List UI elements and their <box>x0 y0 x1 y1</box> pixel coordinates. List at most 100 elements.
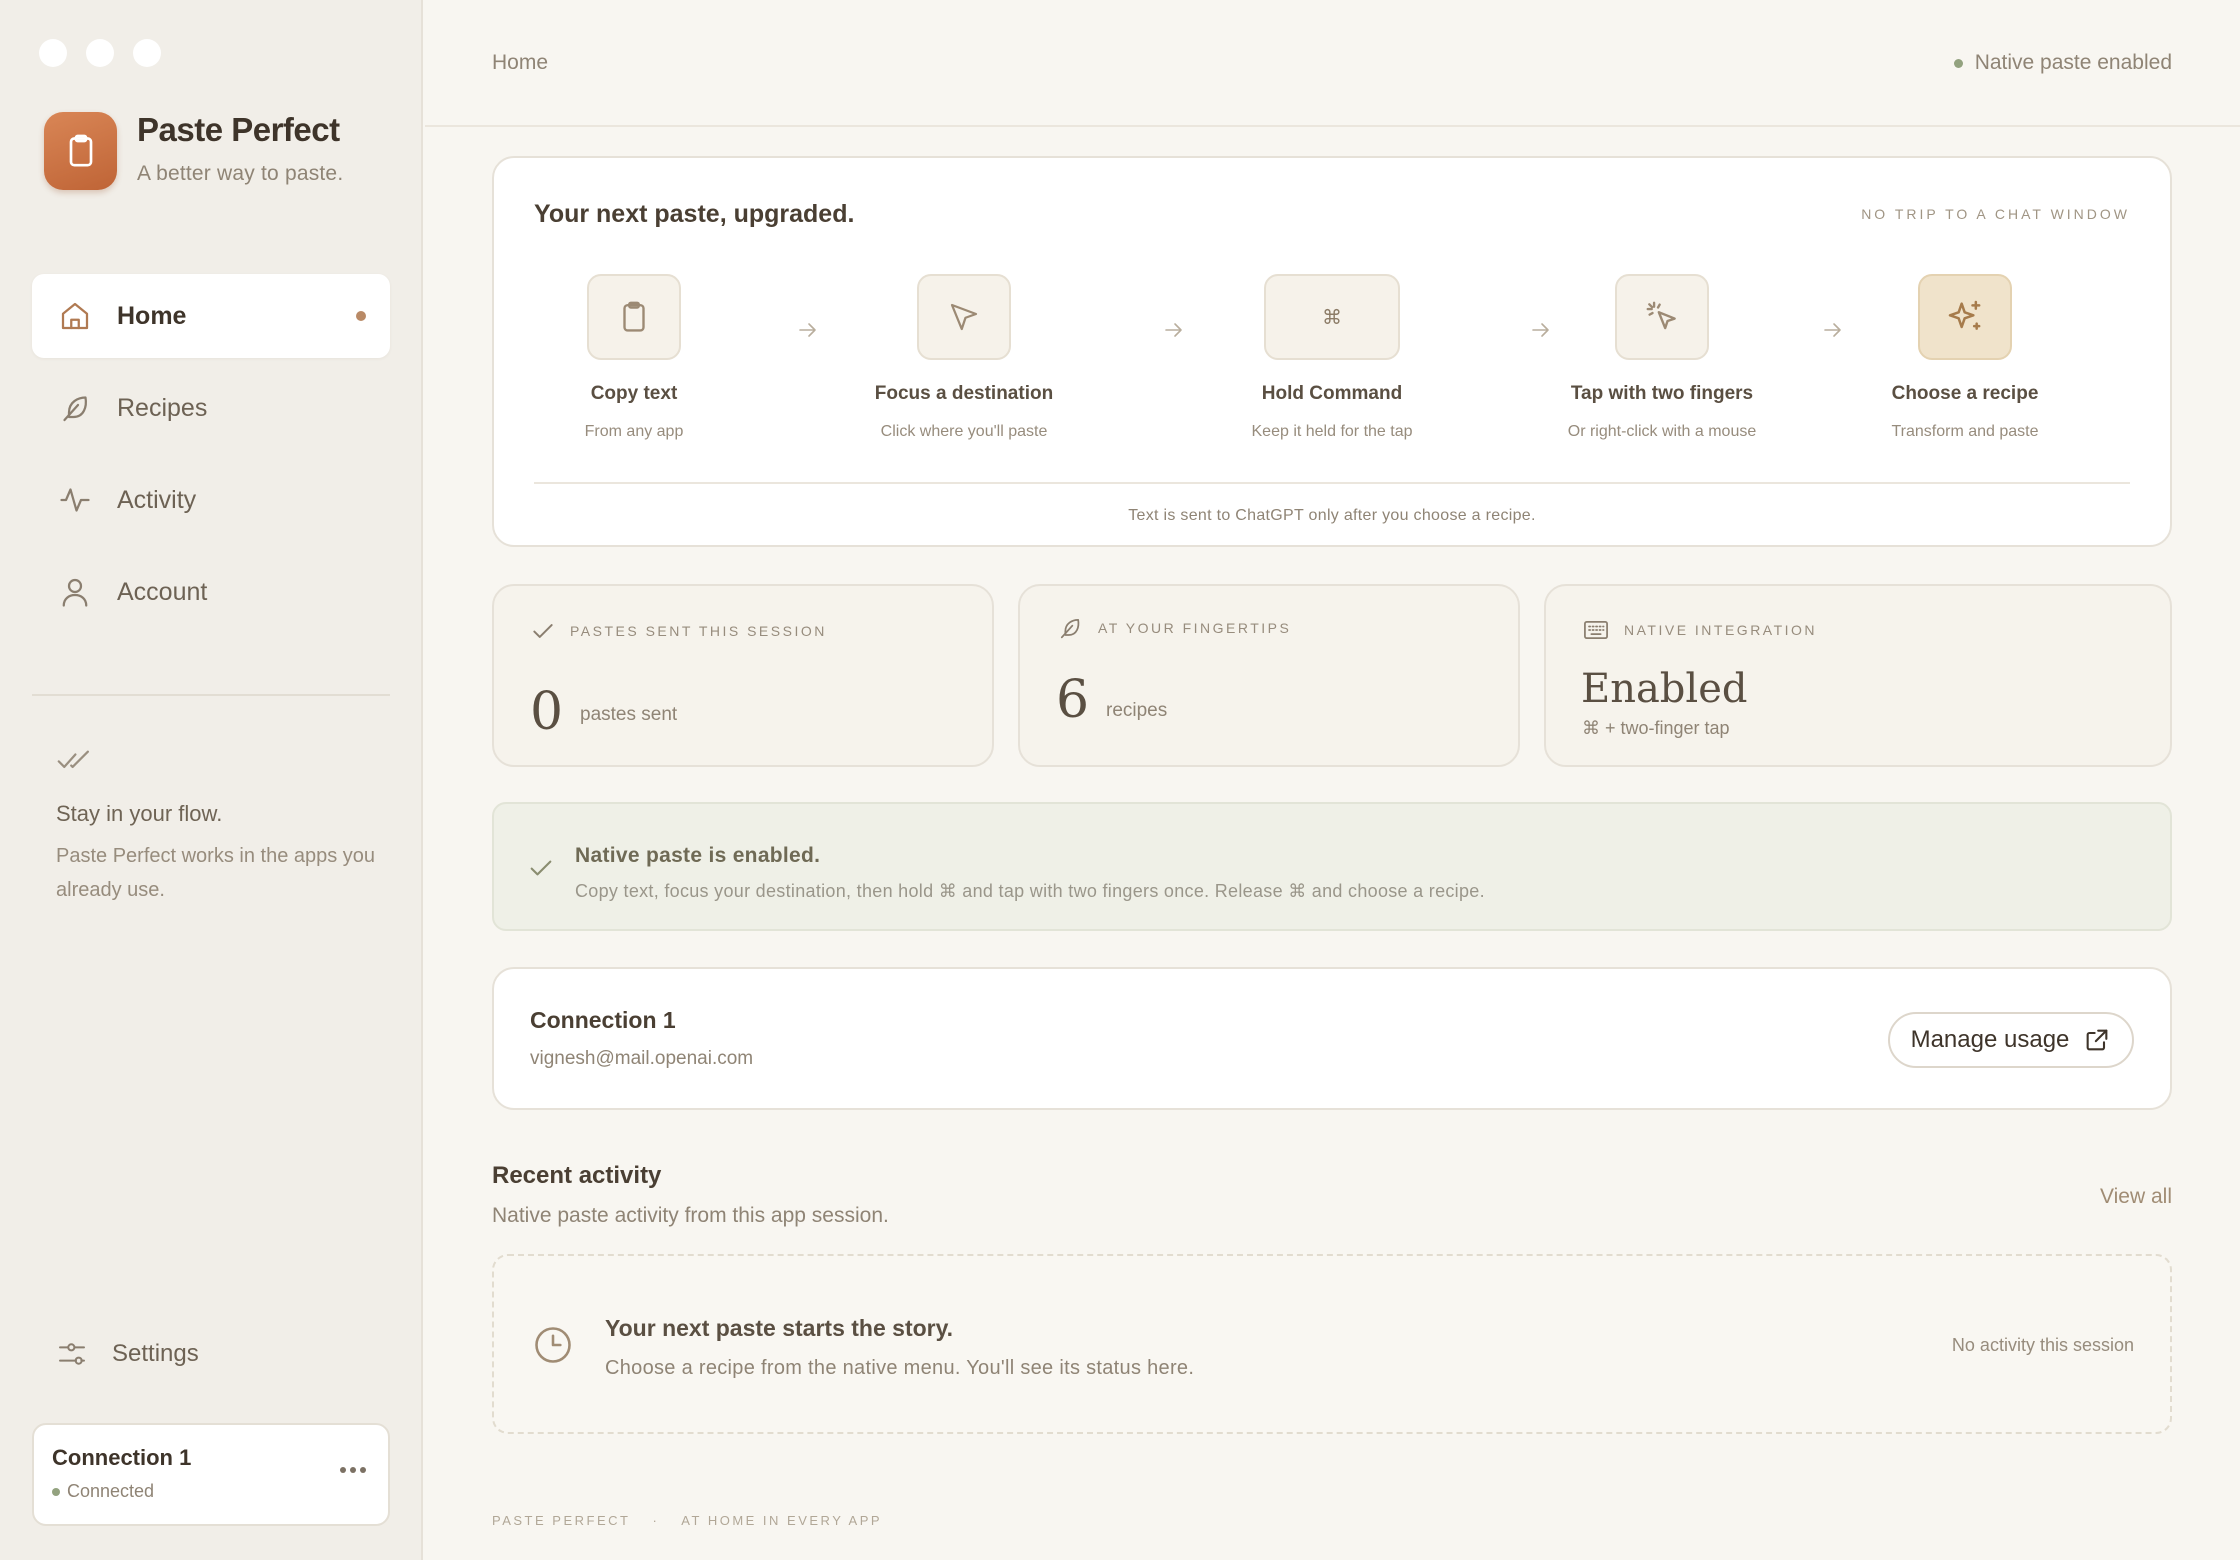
step-subtitle: Click where you'll paste <box>880 423 1048 440</box>
step-title: Copy text <box>590 383 678 404</box>
check-icon <box>530 860 552 876</box>
step-title: Tap with two fingers <box>1570 383 1754 404</box>
check-icon <box>533 624 553 638</box>
empty-text: Choose a recipe from the native menu. Yo… <box>605 1357 1195 1379</box>
breadcrumb: Home <box>492 51 549 74</box>
connection-email: vignesh@mail.openai.com <box>530 1048 754 1069</box>
cursor-icon <box>950 303 978 331</box>
sidebar-item-label: Account <box>117 577 208 606</box>
stat-value: 6 <box>1056 670 1090 730</box>
step-hold-command: ⌘ Hold Command Keep it held for the tap <box>1207 274 1457 441</box>
sidebar-item-home[interactable]: Home <box>32 274 390 358</box>
step-icon-box <box>587 274 681 360</box>
empty-note: No activity this session <box>1951 1335 2134 1355</box>
command-key-icon: ⌘ <box>1322 305 1342 329</box>
native-paste-status: Native paste enabled <box>1953 51 2172 75</box>
recent-activity-subtitle: Native paste activity from this app sess… <box>492 1204 889 1227</box>
how-it-works-card: Your next paste, upgraded. NO TRIP TO A … <box>492 156 2172 547</box>
flow-tip: Stay in your flow. Paste Perfect works i… <box>56 745 376 907</box>
sidebar-item-recipes[interactable]: Recipes <box>32 366 390 450</box>
feather-icon <box>63 396 87 422</box>
view-all-link[interactable]: View all <box>2100 1185 2172 1209</box>
divider <box>534 482 2130 484</box>
native-paste-notice: Native paste is enabled. Copy text, focu… <box>492 802 2172 931</box>
hero-footnote: Text is sent to ChatGPT only after you c… <box>1128 507 1536 524</box>
more-options-button[interactable] <box>340 1467 366 1473</box>
sliders-icon <box>59 1343 85 1365</box>
stat-hint: ⌘ + two-finger tap <box>1582 718 1730 738</box>
sidebar-nav: Home Recipes Activity Account <box>32 274 390 642</box>
sidebar: Paste Perfect A better way to paste. Hom… <box>0 0 423 1560</box>
tap-cursor-icon <box>1646 301 1676 330</box>
sidebar-divider <box>32 694 390 696</box>
hero-title: Your next paste, upgraded. <box>534 200 855 228</box>
step-copy-text: Copy text From any app <box>509 274 759 441</box>
step-icon-box <box>1615 274 1709 360</box>
manage-usage-label: Manage usage <box>1910 1026 2070 1053</box>
stat-unit: pastes sent <box>580 704 678 725</box>
activity-icon <box>60 488 90 512</box>
status-dot <box>52 1487 60 1496</box>
settings-button[interactable]: Settings <box>56 1338 199 1370</box>
stat-card-integration: NATIVE INTEGRATION Enabled ⌘ + two-finge… <box>1544 584 2172 767</box>
stat-card-pastes: PASTES SENT THIS SESSION 0 pastes sent <box>492 584 994 767</box>
stat-label: PASTES SENT THIS SESSION <box>570 623 827 639</box>
connection-status: Connected <box>52 1481 370 1502</box>
window-controls <box>39 39 161 67</box>
recent-activity-title: Recent activity <box>492 1162 662 1189</box>
step-icon-box <box>1918 274 2012 360</box>
step-title: Choose a recipe <box>1891 383 2039 404</box>
zoom-window-button[interactable] <box>133 39 161 67</box>
arrow-right-icon <box>1165 323 1182 337</box>
flow-text: Paste Perfect works in the apps you alre… <box>56 845 376 901</box>
sidebar-item-label: Activity <box>117 485 197 514</box>
app-tagline: A better way to paste. <box>137 162 344 185</box>
native-paste-status-label: Native paste enabled <box>1974 51 2172 74</box>
step-title: Focus a destination <box>874 383 1054 404</box>
step-focus-destination: Focus a destination Click where you'll p… <box>839 274 1089 441</box>
sparkles-icon <box>1948 300 1981 330</box>
app-logo <box>44 112 117 190</box>
stat-value: 0 <box>530 682 564 742</box>
step-subtitle: Or right-click with a mouse <box>1567 423 1757 440</box>
notice-text: Copy text, focus your destination, then … <box>575 881 1485 901</box>
footer: PASTE PERFECT · AT HOME IN EVERY APP <box>492 1513 882 1528</box>
step-subtitle: Transform and paste <box>1891 423 2039 440</box>
empty-title: Your next paste starts the story. <box>605 1315 954 1341</box>
double-check-icon <box>57 750 89 769</box>
user-icon <box>62 578 88 607</box>
stat-label: NATIVE INTEGRATION <box>1624 622 1818 638</box>
sidebar-item-account[interactable]: Account <box>32 550 390 634</box>
clipboard-icon <box>69 134 92 167</box>
minimize-window-button[interactable] <box>86 39 114 67</box>
sidebar-item-label: Home <box>117 301 187 330</box>
status-dot <box>1953 58 1963 68</box>
stat-value: Enabled <box>1581 666 1748 712</box>
notice-title: Native paste is enabled. <box>575 844 821 867</box>
footer-brand: PASTE PERFECT <box>492 1513 631 1528</box>
external-link-icon <box>2087 1029 2108 1051</box>
connection-switcher[interactable]: Connection 1 Connected <box>32 1423 390 1526</box>
step-icon-box <box>917 274 1011 360</box>
step-subtitle: From any app <box>584 423 684 440</box>
manage-usage-button[interactable]: Manage usage <box>1888 1012 2134 1068</box>
active-indicator <box>356 311 366 321</box>
keyboard-icon <box>1584 620 1608 640</box>
empty-activity-state: Your next paste starts the story. Choose… <box>492 1254 2172 1434</box>
close-window-button[interactable] <box>39 39 67 67</box>
sidebar-item-activity[interactable]: Activity <box>32 458 390 542</box>
flow-title: Stay in your flow. <box>56 801 223 826</box>
clipboard-icon <box>623 301 645 332</box>
footer-separator: · <box>652 1513 660 1528</box>
step-two-finger-tap: Tap with two fingers Or right-click with… <box>1537 274 1787 441</box>
brand: Paste Perfect A better way to paste. <box>44 112 343 190</box>
connection-name: Connection 1 <box>52 1445 192 1470</box>
settings-label: Settings <box>112 1340 199 1367</box>
home-icon <box>61 302 89 330</box>
step-subtitle: Keep it held for the tap <box>1251 423 1413 440</box>
feather-icon <box>1060 618 1080 639</box>
stat-card-recipes: AT YOUR FINGERTIPS 6 recipes <box>1018 584 1520 767</box>
connection-status-label: Connected <box>67 1481 155 1501</box>
arrow-right-icon <box>799 323 816 337</box>
app-name: Paste Perfect <box>137 111 340 148</box>
